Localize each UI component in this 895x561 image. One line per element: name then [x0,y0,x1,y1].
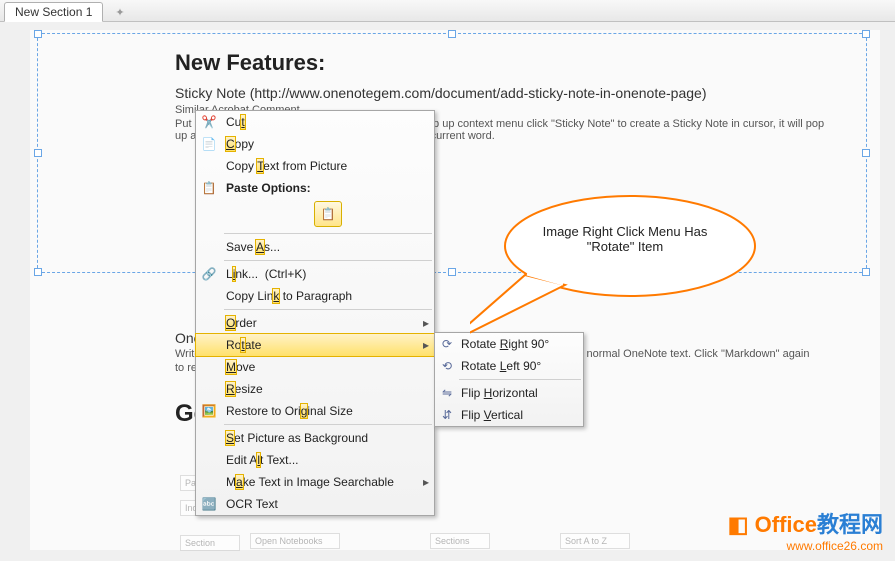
submenu-flip-vertical[interactable]: ⇵ Flip Vertical [435,404,583,426]
menu-move[interactable]: Move [196,356,434,378]
menu-restore-original-size[interactable]: 🖼️ Restore to Original Size [196,400,434,422]
cut-icon: ✂️ [196,115,222,129]
menu-save-as[interactable]: Save As... [196,236,434,258]
paste-option-row: 📋 [196,199,434,231]
separator [459,379,581,380]
logo-text-2: 教程网 [817,512,883,537]
rotate-right-icon: ⟳ [435,337,459,351]
handle-se[interactable] [862,268,870,276]
thumb-section: Section [180,535,240,551]
submenu-arrow-icon: ▸ [418,475,434,489]
menu-link[interactable]: 🔗 Link... (Ctrl+K) [196,263,434,285]
menu-copy-link-to-paragraph[interactable]: Copy Link to Paragraph [196,285,434,307]
menu-resize[interactable]: Resize [196,378,434,400]
thumb-sort: Sort A to Z [560,533,630,549]
menu-make-text-searchable[interactable]: Make Text in Image Searchable ▸ [196,471,434,493]
rotate-left-icon: ⟲ [435,359,459,373]
handle-e[interactable] [862,149,870,157]
section-tab[interactable]: New Section 1 [4,2,103,22]
sticky-note-heading: Sticky Note (http://www.onenotegem.com/d… [175,85,707,101]
separator [224,424,432,425]
callout-text: Image Right Click Menu Has "Rotate" Item [525,224,725,254]
callout-bubble: Image Right Click Menu Has "Rotate" Item [470,190,760,310]
new-tab-button[interactable]: ✦ [109,4,130,21]
watermark-logo: ◧ Office教程网 www.office26.com [728,507,883,553]
handle-nw[interactable] [34,30,42,38]
handle-sw[interactable] [34,268,42,276]
submenu-arrow-icon: ▸ [418,338,434,352]
separator [224,233,432,234]
menu-ocr-text[interactable]: 🔤 OCR Text [196,493,434,515]
handle-s[interactable] [448,268,456,276]
context-menu: ✂️ Cut 📄 Copy Copy Text from Picture 📋 P… [195,110,435,516]
tab-strip: New Section 1 ✦ [0,0,895,22]
separator [224,309,432,310]
menu-set-picture-as-background[interactable]: Set Picture as Background [196,427,434,449]
menu-rotate[interactable]: Rotate ▸ [196,334,434,356]
separator [224,260,432,261]
menu-order[interactable]: Order ▸ [196,312,434,334]
logo-url: www.office26.com [728,539,883,553]
copy-icon: 📄 [196,137,222,151]
flip-horizontal-icon: ⇋ [435,386,459,400]
menu-edit-alt-text[interactable]: Edit Alt Text... [196,449,434,471]
callout-shape-icon [470,190,770,360]
link-icon: 🔗 [196,267,222,281]
restore-icon: 🖼️ [196,404,222,418]
handle-ne[interactable] [862,30,870,38]
submenu-flip-horizontal[interactable]: ⇋ Flip Horizontal [435,382,583,404]
submenu-arrow-icon: ▸ [418,316,434,330]
menu-paste-options-header: 📋 Paste Options: [196,177,434,199]
ocr-icon: 🔤 [196,497,222,511]
thumb-open-notebooks: Open Notebooks [250,533,340,549]
flip-vertical-icon: ⇵ [435,408,459,422]
menu-cut[interactable]: ✂️ Cut [196,111,434,133]
thumb-sections: Sections [430,533,490,549]
paste-icon: 📋 [196,181,222,195]
menu-copy-text-from-picture[interactable]: Copy Text from Picture [196,155,434,177]
clipboard-icon: 📋 [321,207,336,221]
heading-new-features: New Features: [175,50,325,76]
handle-n[interactable] [448,30,456,38]
handle-w[interactable] [34,149,42,157]
logo-text-1: Office [755,512,817,537]
menu-copy[interactable]: 📄 Copy [196,133,434,155]
paste-keep-source-button[interactable]: 📋 [314,201,342,227]
